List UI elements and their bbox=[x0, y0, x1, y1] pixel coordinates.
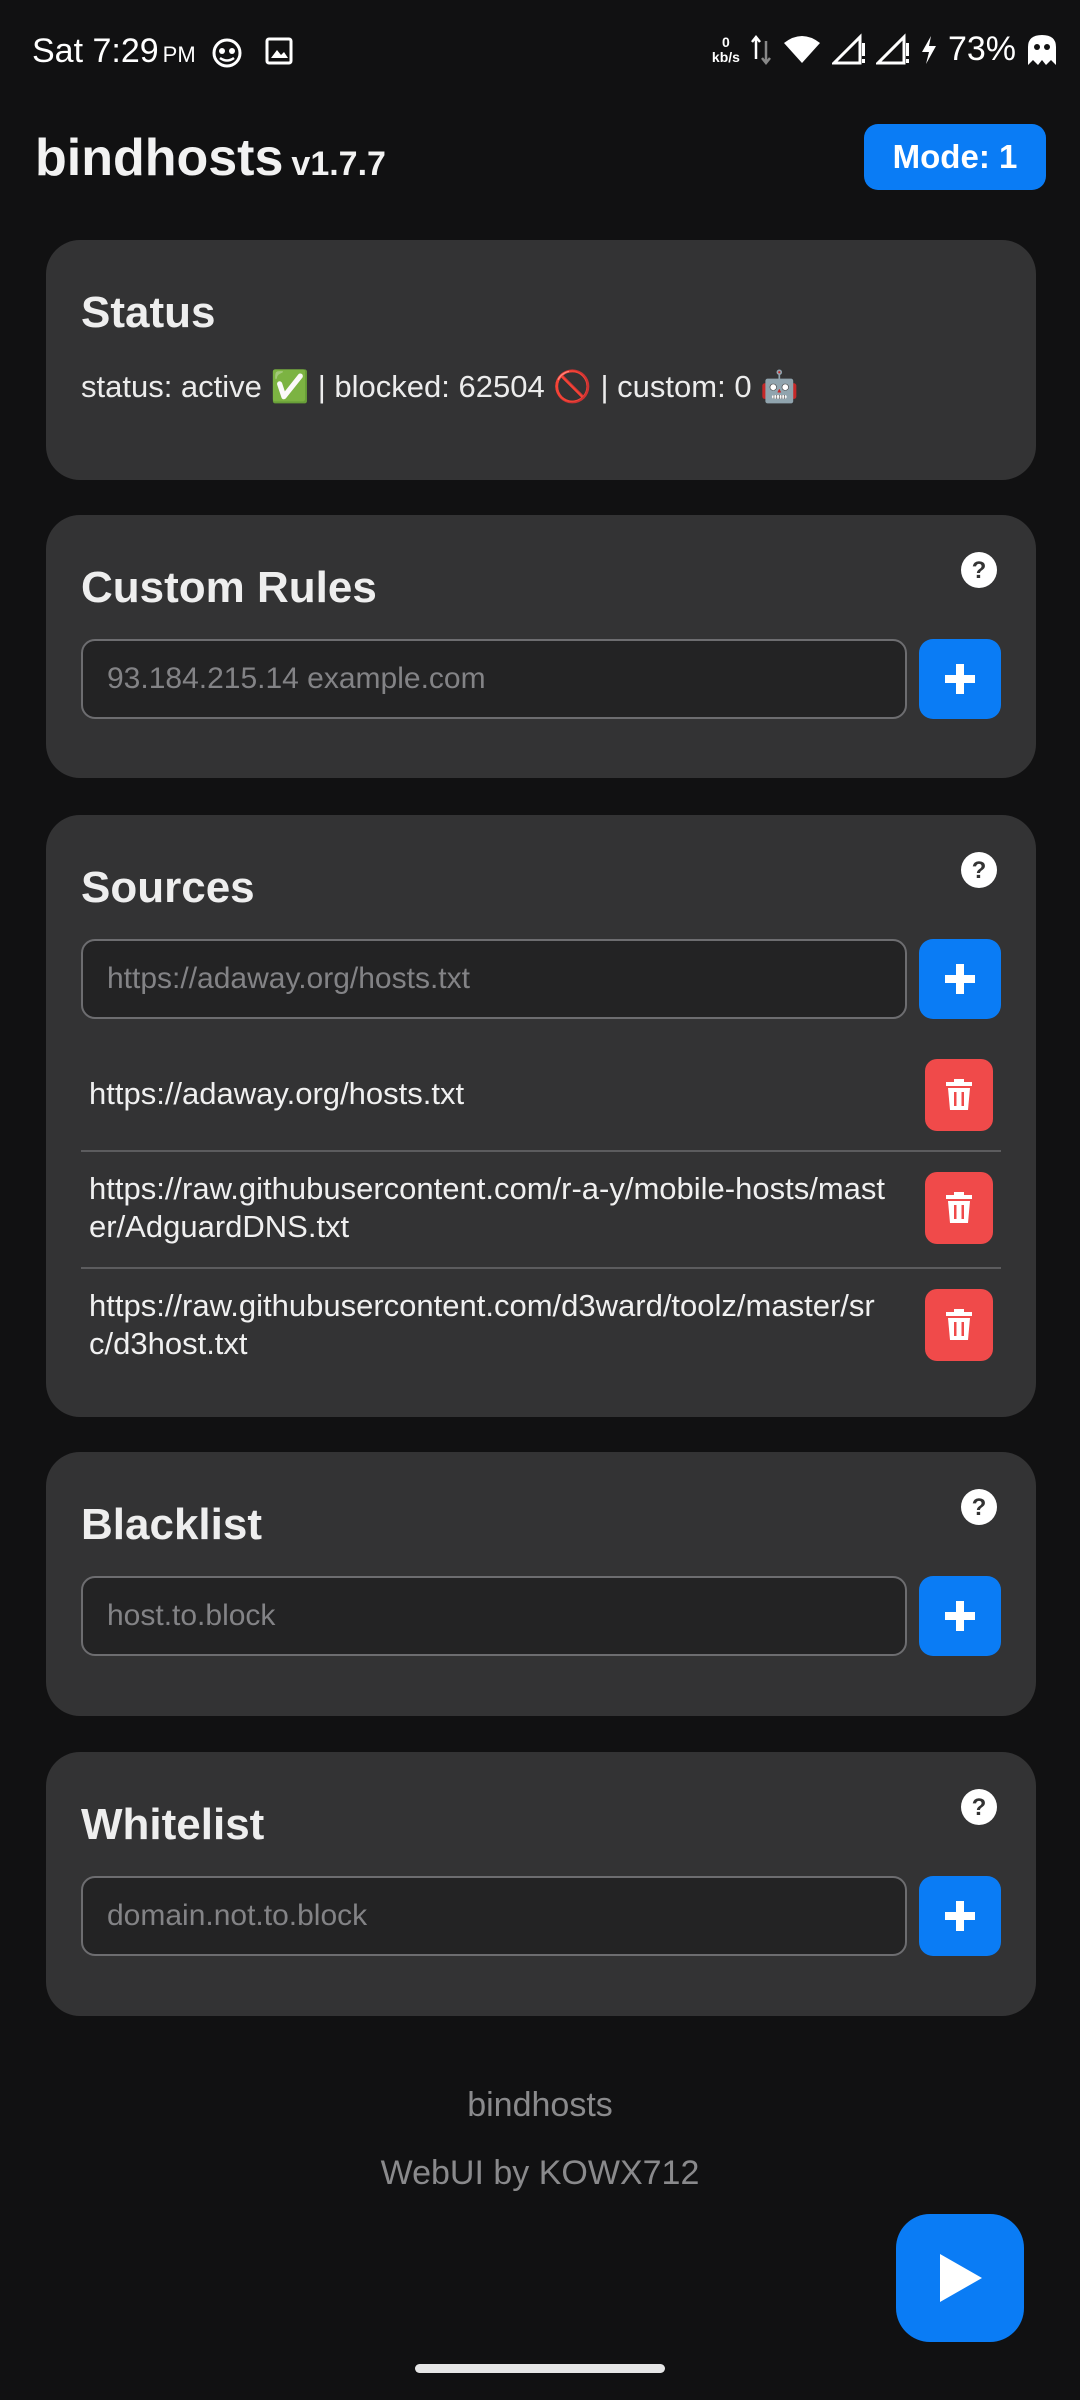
signal-icon-1 bbox=[831, 32, 865, 64]
svg-text:?: ? bbox=[972, 557, 987, 584]
delete-source-button[interactable] bbox=[925, 1059, 993, 1131]
network-speed: 0 kb/s bbox=[711, 33, 740, 65]
source-list: https://adaway.org/hosts.txt https://raw… bbox=[81, 1037, 1001, 1386]
home-indicator[interactable] bbox=[415, 2364, 665, 2373]
source-item: https://raw.githubusercontent.com/r-a-y/… bbox=[81, 1152, 1001, 1269]
whitelist-input[interactable] bbox=[81, 1876, 907, 1956]
add-custom-rule-button[interactable] bbox=[919, 639, 1001, 719]
clock: Sat 7:29 PM bbox=[32, 32, 196, 71]
add-source-button[interactable] bbox=[919, 939, 1001, 1019]
image-notification-icon bbox=[265, 37, 293, 65]
delete-source-button[interactable] bbox=[925, 1289, 993, 1361]
sources-card: Sources ? https://adaway.org/hosts.txt h… bbox=[46, 815, 1036, 1417]
status-card: Status status: active ✅ | blocked: 62504… bbox=[46, 240, 1036, 480]
add-whitelist-button[interactable] bbox=[919, 1876, 1001, 1956]
help-icon[interactable]: ? bbox=[960, 1488, 998, 1526]
play-icon bbox=[940, 2254, 982, 2302]
mode-button[interactable]: Mode: 1 bbox=[864, 124, 1046, 190]
custom-rule-input[interactable] bbox=[81, 639, 907, 719]
notification-app-icon bbox=[212, 38, 242, 68]
plus-icon bbox=[945, 1601, 975, 1631]
svg-text:?: ? bbox=[972, 1794, 987, 1821]
source-item: https://raw.githubusercontent.com/d3ward… bbox=[81, 1269, 1001, 1386]
add-blacklist-button[interactable] bbox=[919, 1576, 1001, 1656]
source-url: https://raw.githubusercontent.com/r-a-y/… bbox=[89, 1171, 885, 1244]
app-title: bindhosts v1.7.7 bbox=[35, 128, 386, 188]
trash-icon bbox=[946, 1079, 972, 1110]
whitelist-card: Whitelist ? bbox=[46, 1752, 1036, 2016]
network-speed-value: 0 bbox=[722, 33, 730, 50]
app-name: bindhosts bbox=[35, 129, 284, 187]
help-icon[interactable]: ? bbox=[960, 851, 998, 889]
trash-icon bbox=[946, 1309, 972, 1340]
system-status-bar: Sat 7:29 PM 0 kb/s 73% bbox=[0, 0, 1080, 110]
data-transfer-icon bbox=[750, 34, 771, 65]
plus-icon bbox=[945, 664, 975, 694]
wifi-icon bbox=[783, 35, 820, 63]
custom-rules-title: Custom Rules bbox=[81, 563, 377, 612]
mode-label: Mode: 1 bbox=[892, 138, 1018, 175]
charging-icon bbox=[921, 35, 936, 64]
whitelist-title: Whitelist bbox=[81, 1800, 265, 1849]
plus-icon bbox=[945, 964, 975, 994]
status-title: Status bbox=[81, 288, 216, 337]
run-action-button[interactable] bbox=[896, 2214, 1024, 2342]
footer-app-name: bindhosts bbox=[467, 2086, 613, 2124]
clock-time: Sat 7:29 bbox=[32, 32, 159, 70]
source-input[interactable] bbox=[81, 939, 907, 1019]
signal-icon-2 bbox=[875, 32, 909, 64]
blacklist-card: Blacklist ? bbox=[46, 1452, 1036, 1716]
network-speed-unit: kb/s bbox=[711, 48, 740, 65]
svg-text:?: ? bbox=[972, 1494, 987, 1521]
blacklist-input[interactable] bbox=[81, 1576, 907, 1656]
blacklist-title: Blacklist bbox=[81, 1500, 262, 1549]
clock-ampm: PM bbox=[162, 42, 196, 67]
help-icon[interactable]: ? bbox=[960, 551, 998, 589]
trash-icon bbox=[946, 1192, 972, 1223]
sources-title: Sources bbox=[81, 863, 255, 912]
battery-percent: 73% bbox=[947, 30, 1016, 68]
help-icon[interactable]: ? bbox=[960, 1788, 998, 1826]
delete-source-button[interactable] bbox=[925, 1172, 993, 1244]
source-url: https://raw.githubusercontent.com/d3ward… bbox=[89, 1288, 875, 1361]
ghost-icon bbox=[1028, 34, 1056, 65]
svg-text:?: ? bbox=[972, 857, 987, 884]
plus-icon bbox=[945, 1901, 975, 1931]
source-url: https://adaway.org/hosts.txt bbox=[89, 1076, 465, 1111]
footer-credit: WebUI by KOWX712 bbox=[380, 2154, 700, 2192]
custom-rules-card: Custom Rules ? bbox=[46, 515, 1036, 778]
app-version: v1.7.7 bbox=[291, 145, 386, 183]
source-item: https://adaway.org/hosts.txt bbox=[81, 1037, 1001, 1152]
status-text: status: active ✅ | blocked: 62504 🚫 | cu… bbox=[81, 369, 799, 404]
